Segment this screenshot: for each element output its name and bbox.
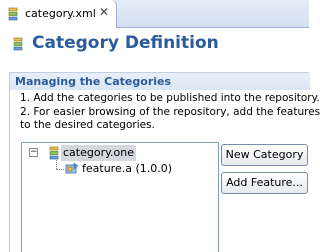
tree-node-label: category.one xyxy=(61,145,137,161)
add-feature-button[interactable]: Add Feature... xyxy=(221,172,308,194)
section-header: Managing the Categories xyxy=(10,73,310,90)
tab-label: category.xml xyxy=(25,7,96,20)
category-tree[interactable]: − category.one feature.a (1.0.0) xyxy=(21,142,219,252)
category-icon xyxy=(49,146,59,160)
tree-connector xyxy=(56,160,57,169)
description-line: to the desired categories. xyxy=(20,119,155,131)
category-definition-icon xyxy=(13,37,23,51)
section-description: 1. Add the categories to be published in… xyxy=(20,92,320,133)
feature-icon xyxy=(65,162,79,174)
close-icon[interactable]: ✕ xyxy=(98,6,110,18)
new-category-button[interactable]: New Category xyxy=(221,144,308,166)
page-title: Category Definition xyxy=(32,33,219,53)
tab-category-xml[interactable]: category.xml ✕ xyxy=(0,0,117,28)
description-line: 1. Add the categories to be published in… xyxy=(20,92,320,104)
editor-tab-bar: category.xml ✕ xyxy=(0,0,309,28)
description-line: 2. For easier browsing of the repository… xyxy=(20,105,320,118)
tree-node-label: feature.a (1.0.0) xyxy=(82,162,173,175)
categories-section: Managing the Categories 1. Add the categ… xyxy=(9,72,320,252)
section-title: Managing the Categories xyxy=(15,75,172,88)
tree-connector xyxy=(56,169,64,170)
collapse-toggle[interactable]: − xyxy=(29,148,38,157)
category-file-icon xyxy=(8,7,18,21)
